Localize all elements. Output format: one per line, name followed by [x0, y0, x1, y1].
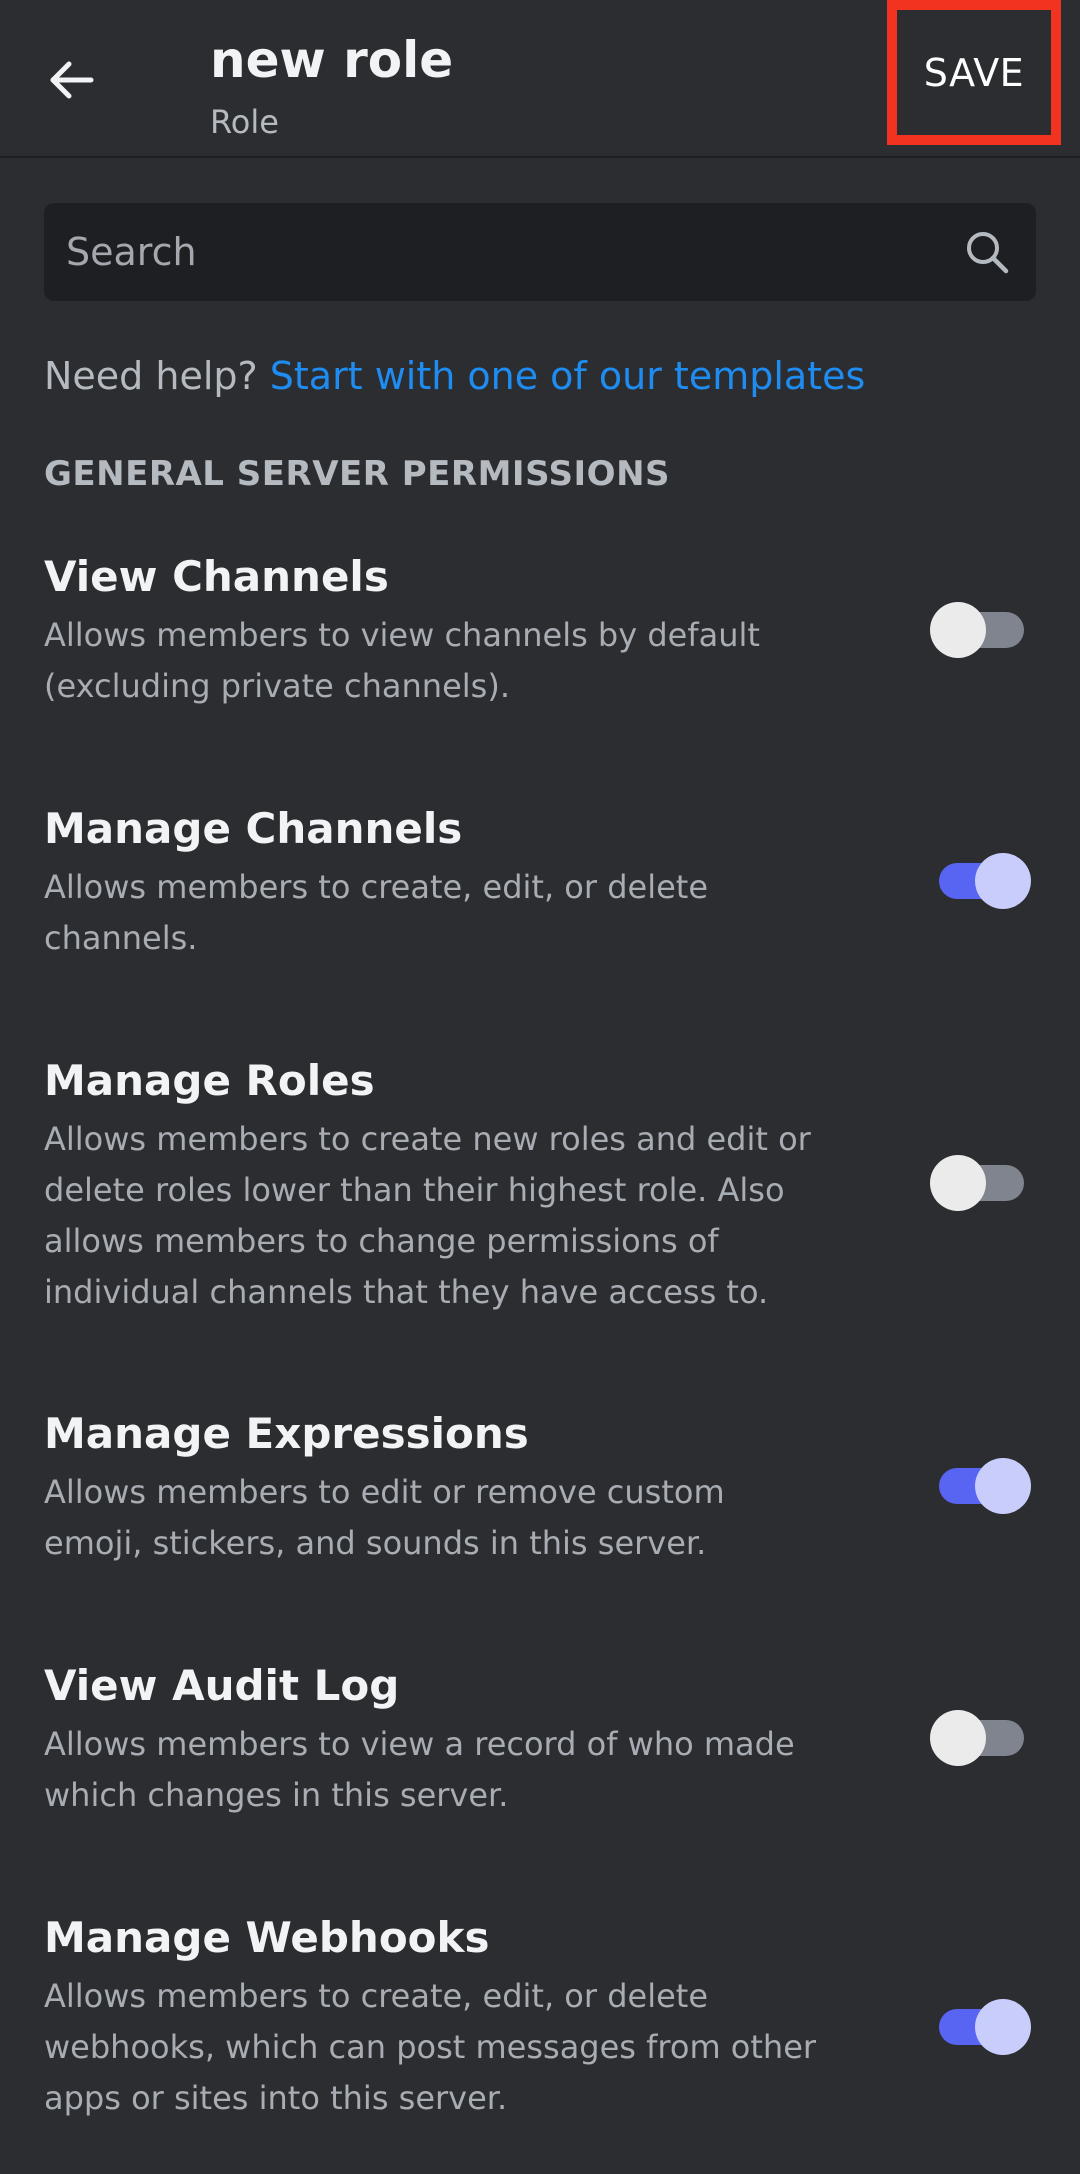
- toggle-view-channels[interactable]: [930, 602, 1024, 658]
- toggle-knob: [975, 853, 1031, 909]
- templates-link[interactable]: Start with one of our templates: [270, 354, 865, 398]
- section-header: GENERAL SERVER PERMISSIONS: [44, 454, 671, 494]
- toggle-manage-roles[interactable]: [930, 1155, 1024, 1211]
- permission-title: Manage Expressions: [44, 1409, 529, 1458]
- permission-description: Allows members to create, edit, or delet…: [44, 868, 709, 957]
- page-title: new role: [210, 31, 454, 89]
- permission-view-audit-log: View Audit Log Allows members to view a …: [44, 1657, 1036, 1821]
- help-prefix: Need help?: [44, 354, 270, 398]
- toggle-manage-webhooks[interactable]: [939, 1999, 1031, 2055]
- permission-description: Allows members to view a record of who m…: [44, 1725, 795, 1814]
- permission-title: Manage Channels: [44, 804, 463, 853]
- permission-description: Allows members to view channels by defau…: [44, 616, 760, 705]
- permission-manage-roles: Manage Roles Allows members to create ne…: [44, 1052, 1036, 1318]
- permission-view-channels: View Channels Allows members to view cha…: [44, 548, 1036, 712]
- search-icon: [967, 232, 1009, 274]
- search-bar: [44, 203, 1036, 301]
- toggle-knob: [930, 1155, 986, 1211]
- toggle-knob: [975, 1999, 1031, 2055]
- toggle-knob: [930, 1710, 986, 1766]
- save-button[interactable]: SAVE: [887, 0, 1061, 145]
- help-text: Need help? Start with one of our templat…: [44, 350, 865, 402]
- toggle-knob: [975, 1458, 1031, 1514]
- permission-title: View Channels: [44, 552, 389, 601]
- permission-title: Manage Webhooks: [44, 1913, 490, 1962]
- permission-description: Allows members to edit or remove custom …: [44, 1473, 725, 1562]
- permission-title: View Audit Log: [44, 1661, 400, 1710]
- toggle-manage-channels[interactable]: [939, 853, 1031, 909]
- page-subtitle: Role: [210, 103, 279, 141]
- toggle-manage-expressions[interactable]: [939, 1458, 1031, 1514]
- toggle-view-audit-log[interactable]: [930, 1710, 1024, 1766]
- permission-manage-expressions: Manage Expressions Allows members to edi…: [44, 1405, 1036, 1569]
- top-bar: new role Role SAVE: [0, 0, 1080, 158]
- toggle-knob: [930, 602, 986, 658]
- back-button[interactable]: [32, 40, 112, 120]
- search-input[interactable]: [66, 203, 966, 301]
- permission-manage-webhooks: Manage Webhooks Allows members to create…: [44, 1909, 1036, 2124]
- arrow-left-icon: [50, 61, 94, 99]
- permission-description: Allows members to create, edit, or delet…: [44, 1977, 817, 2117]
- permission-title: Manage Roles: [44, 1056, 375, 1105]
- permission-manage-channels: Manage Channels Allows members to create…: [44, 800, 1036, 964]
- permission-description: Allows members to create new roles and e…: [44, 1120, 811, 1311]
